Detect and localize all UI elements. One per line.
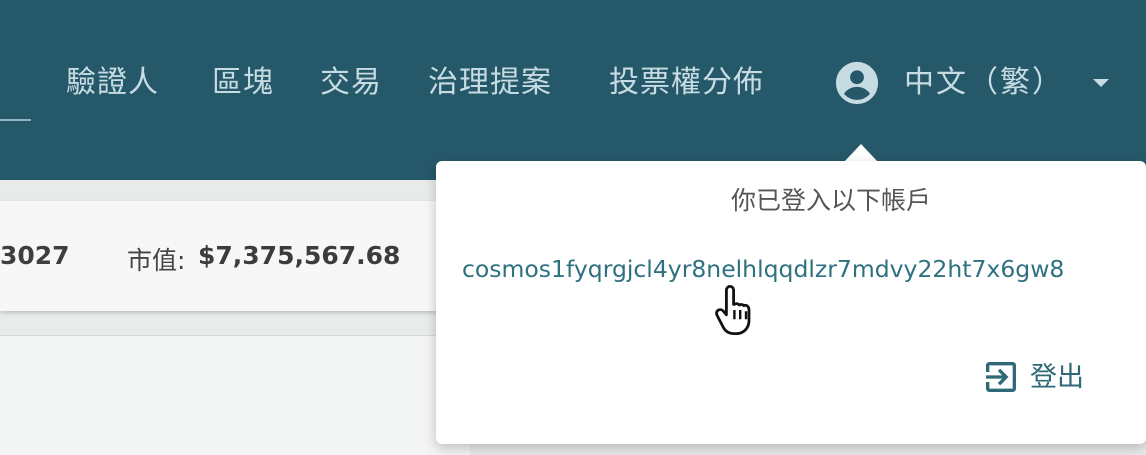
nav-item-voting-power[interactable]: 投票權分佈 [609,62,764,104]
nav-item-transactions[interactable]: 交易 [320,62,382,104]
account-circle-icon[interactable] [834,60,880,106]
popover-heading: 你已登入以下帳戶 [730,186,931,215]
nav-item-blocks[interactable]: 區塊 [212,62,274,104]
nav-item-proposals[interactable]: 治理提案 [428,62,552,104]
top-navbar: 驗證人 區塊 交易 治理提案 投票權分佈 中文（繁） [0,0,1146,180]
popover-arrow [844,144,878,162]
logout-button[interactable]: 登出 [980,355,1120,401]
hand-pointer-cursor-icon [715,285,751,335]
language-select[interactable]: 中文（繁） [904,62,1064,104]
market-cap-value: $7,375,567.68 [198,241,401,270]
logout-icon [986,362,1016,392]
content-card [0,335,470,455]
stat-value-partial: 3027 [0,241,70,270]
logout-label: 登出 [1030,362,1084,393]
nav-item-validators[interactable]: 驗證人 [66,62,159,104]
market-cap-label: 市值: [127,246,186,275]
caret-down-icon[interactable] [1092,78,1110,88]
account-address-link[interactable]: cosmos1fyqrgjcl4yr8nelhlqqdlzr7mdvy22ht7… [462,255,1064,283]
active-tab-indicator [0,119,31,121]
account-popover: 你已登入以下帳戶 cosmos1fyqrgjcl4yr8nelhlqqdlzr7… [436,161,1146,444]
